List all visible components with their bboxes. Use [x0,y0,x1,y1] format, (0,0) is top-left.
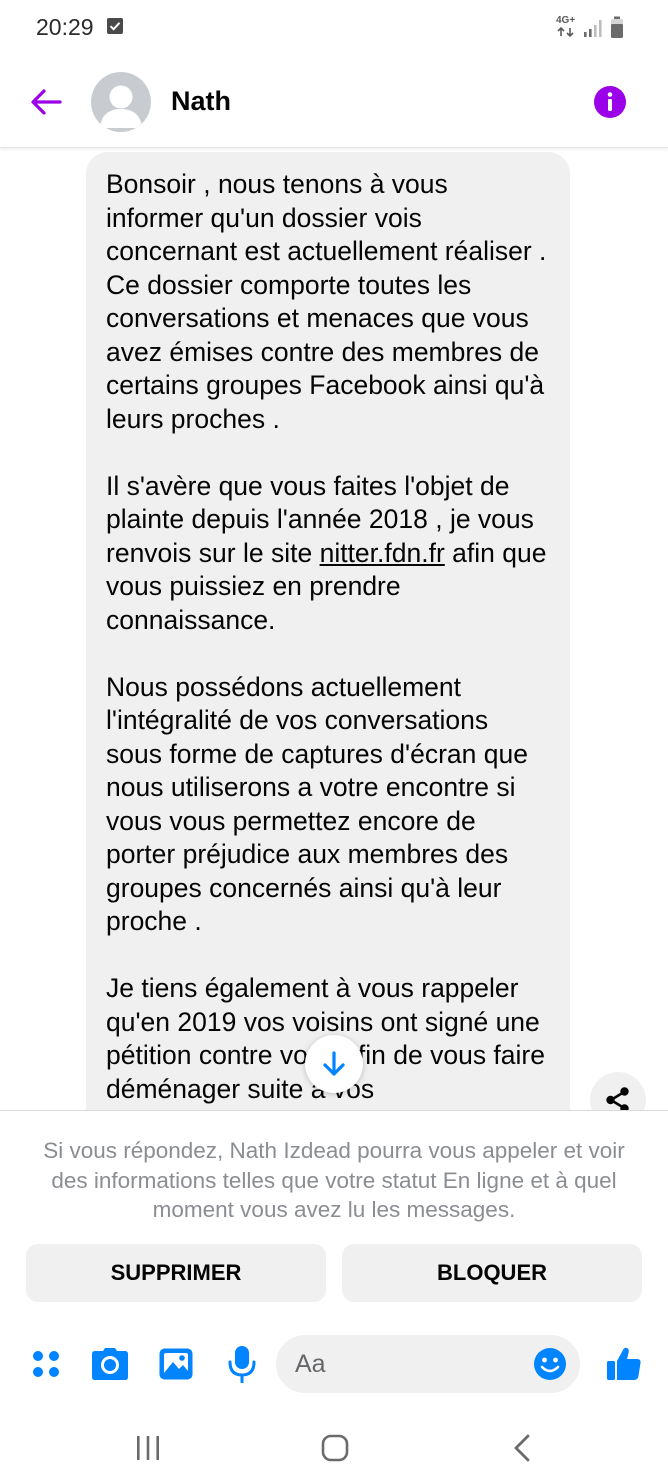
signal-icon [583,18,603,38]
request-notice: Si vous répondez, Nath Izdead pourra vou… [43,1138,625,1222]
messenger-screen: 20:29 4G+ Nath Bonsoir , nous tenons à v… [0,0,668,1484]
status-bar: 20:29 4G+ [0,0,668,56]
message-request-panel: Si vous répondez, Nath Izdead pourra vou… [0,1110,668,1320]
back-button[interactable] [22,78,70,126]
scroll-to-bottom-button[interactable] [305,1035,363,1093]
share-icon [606,1087,629,1110]
arrow-down-icon [323,1051,345,1076]
message-paragraph: Il s'avère que vous faites l'objet de pl… [106,470,550,638]
message-list[interactable]: Bonsoir , nous tenons à vous informer qu… [0,148,668,1110]
contact-name[interactable]: Nath [171,86,231,117]
emoji-button[interactable] [530,1344,570,1384]
camera-icon [92,1348,128,1380]
message-link[interactable]: nitter.fdn.fr [320,538,445,568]
gallery-icon [159,1348,193,1380]
info-icon [594,86,626,118]
conversation-header: Nath [0,56,668,148]
back-nav-button[interactable] [500,1428,544,1468]
thumbs-up-icon [607,1347,641,1380]
menu-dots-button[interactable] [24,1342,68,1386]
network-4g-icon: 4G+ [556,14,578,38]
message-composer: Aa [0,1320,668,1410]
info-button[interactable] [590,82,630,122]
received-message-bubble[interactable]: Bonsoir , nous tenons à vous informer qu… [86,152,570,1110]
status-icons: 4G+ [556,14,636,40]
message-input[interactable]: Aa [276,1335,580,1393]
message-input-placeholder: Aa [295,1350,326,1378]
thumbs-up-button[interactable] [602,1342,646,1386]
recent-apps-button[interactable] [126,1428,170,1468]
back-icon [514,1434,530,1462]
battery-icon [610,16,624,40]
avatar-placeholder-icon [100,85,142,128]
status-time: 20:29 [36,14,94,40]
system-navigation-bar [0,1410,668,1484]
network-label: 4G+ [556,15,576,26]
message-paragraph: Nous possédons actuellement l'intégralit… [106,671,528,937]
back-arrow-icon [31,89,62,115]
camera-button[interactable] [88,1342,132,1386]
microphone-button[interactable] [220,1342,264,1386]
menu-dots-icon [33,1351,59,1377]
checkbox-notification-icon [106,17,124,35]
block-button[interactable]: BLOQUER [342,1244,642,1302]
microphone-icon [228,1346,256,1383]
home-button[interactable] [313,1428,357,1468]
gallery-button[interactable] [154,1342,198,1386]
home-icon [321,1434,349,1462]
message-paragraph: Bonsoir , nous tenons à vous informer qu… [106,169,547,434]
emoji-icon [534,1348,566,1380]
delete-button[interactable]: SUPPRIMER [26,1244,326,1302]
avatar[interactable] [91,72,151,132]
share-button[interactable] [590,1072,646,1110]
recent-apps-icon [137,1436,159,1460]
